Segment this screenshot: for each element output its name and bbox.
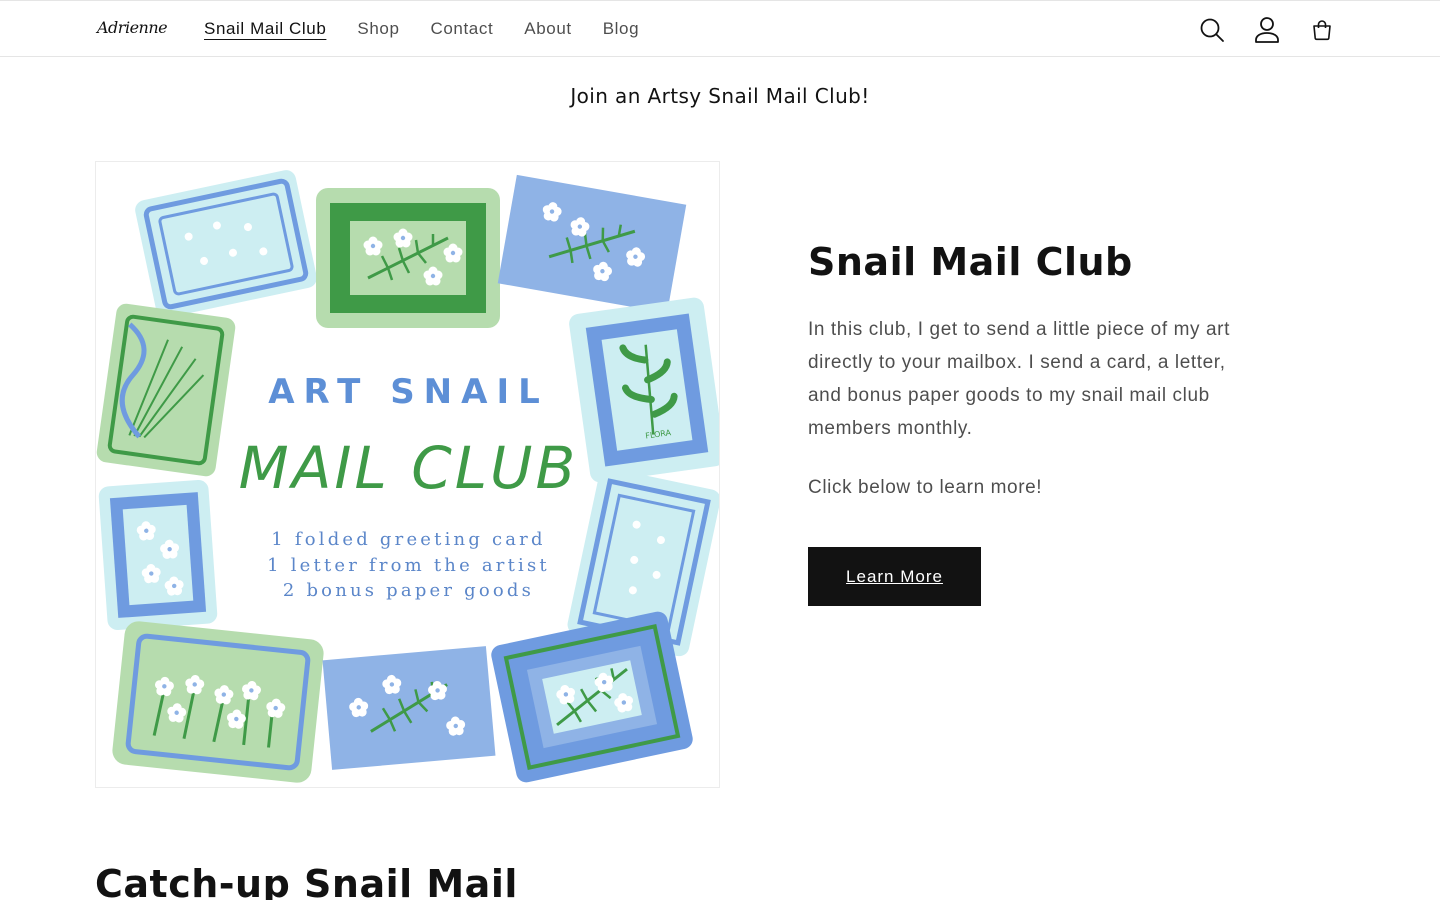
- image-text-item-3: 2 bonus paper goods: [282, 580, 535, 601]
- snail-mail-club-image[interactable]: FLORA ART SNAIL MAIL CLUB 1 folded greet…: [95, 161, 720, 788]
- nav-contact[interactable]: Contact: [431, 19, 494, 39]
- image-text-art-snail: ART SNAIL: [268, 372, 549, 412]
- account-icon[interactable]: [1251, 14, 1283, 46]
- cart-icon[interactable]: [1306, 14, 1338, 46]
- nav-blog[interactable]: Blog: [603, 19, 639, 39]
- search-icon[interactable]: [1196, 14, 1228, 46]
- image-text-item-2: 1 letter from the artist: [267, 555, 550, 576]
- learn-more-button[interactable]: Learn More: [808, 547, 981, 606]
- feature-description: In this club, I get to send a little pie…: [808, 319, 1230, 439]
- section-title-catch-up: Catch-up Snail Mail: [95, 862, 518, 900]
- header-icons: [1196, 14, 1361, 46]
- site-header: Adrienne Snail Mail Club Shop Contact Ab…: [0, 0, 1440, 57]
- image-text-mail-club: MAIL CLUB: [238, 434, 579, 502]
- main-nav: Snail Mail Club Shop Contact About Blog: [204, 19, 670, 39]
- nav-shop[interactable]: Shop: [357, 19, 399, 39]
- announcement-banner: Join an Artsy Snail Mail Club!: [570, 84, 870, 108]
- image-text-item-1: 1 folded greeting card: [271, 529, 546, 550]
- nav-snail-mail-club[interactable]: Snail Mail Club: [204, 19, 326, 39]
- nav-about[interactable]: About: [524, 19, 571, 39]
- site-logo[interactable]: Adrienne: [97, 18, 168, 37]
- feature-cta-text: Click below to learn more!: [808, 477, 1043, 498]
- feature-title: Snail Mail Club: [808, 240, 1133, 284]
